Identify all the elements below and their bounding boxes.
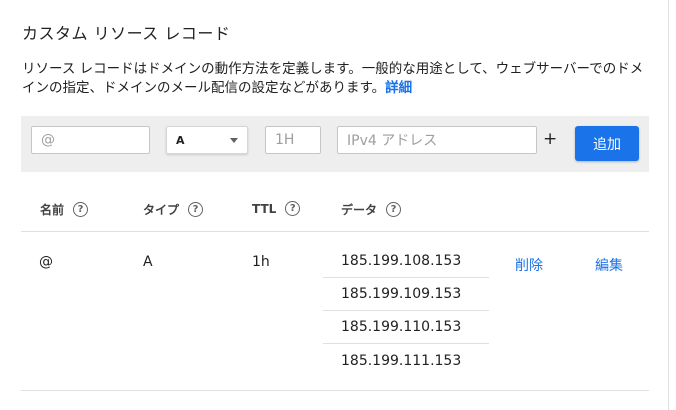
record-ttl: 1h <box>252 254 270 270</box>
edit-record-link[interactable]: 編集 <box>595 255 623 275</box>
type-select[interactable]: A <box>166 126 248 154</box>
panel-right-border <box>668 0 669 410</box>
record-data-value: 185.199.110.153 <box>323 311 489 344</box>
help-circle-icon[interactable]: ? <box>285 201 301 216</box>
header-name: 名前 ? <box>40 201 89 218</box>
header-divider <box>21 231 649 232</box>
record-data-value: 185.199.109.153 <box>323 278 489 311</box>
record-data-list: 185.199.108.153 185.199.109.153 185.199.… <box>323 245 489 377</box>
header-data-label: データ <box>341 203 378 217</box>
record-data-value: 185.199.111.153 <box>341 352 462 369</box>
description-text: リソース レコードはドメインの動作方法を定義します。一般的な用途として、ウェブサ… <box>22 61 644 96</box>
section-description: リソース レコードはドメインの動作方法を定義します。一般的な用途として、ウェブサ… <box>22 60 647 98</box>
record-name: @ <box>39 254 53 270</box>
add-data-plus-icon[interactable]: + <box>543 129 557 149</box>
caret-down-icon <box>230 137 238 143</box>
delete-record-link[interactable]: 削除 <box>515 255 543 275</box>
data-input[interactable]: IPv4 アドレス <box>337 126 537 154</box>
add-record-form: @ A 1H IPv4 アドレス + 追加 <box>21 116 649 172</box>
type-select-value: A <box>176 133 185 147</box>
section-title: カスタム リソース レコード <box>22 24 231 43</box>
header-ttl: TTL ? <box>252 201 301 216</box>
help-circle-icon[interactable]: ? <box>386 202 402 217</box>
record-data-value: 185.199.108.153 <box>323 245 489 278</box>
help-circle-icon[interactable]: ? <box>73 202 89 217</box>
add-button[interactable]: 追加 <box>575 126 639 161</box>
learn-more-link[interactable]: 詳細 <box>385 80 412 96</box>
record-type: A <box>143 254 153 270</box>
ttl-input[interactable]: 1H <box>265 126 321 154</box>
help-circle-icon[interactable]: ? <box>188 202 204 217</box>
row-divider <box>21 390 649 391</box>
header-type: タイプ ? <box>143 201 204 218</box>
header-ttl-label: TTL <box>252 201 277 216</box>
header-data: データ ? <box>341 201 402 218</box>
header-name-label: 名前 <box>40 203 65 217</box>
name-input[interactable]: @ <box>31 126 150 154</box>
header-type-label: タイプ <box>143 203 180 217</box>
